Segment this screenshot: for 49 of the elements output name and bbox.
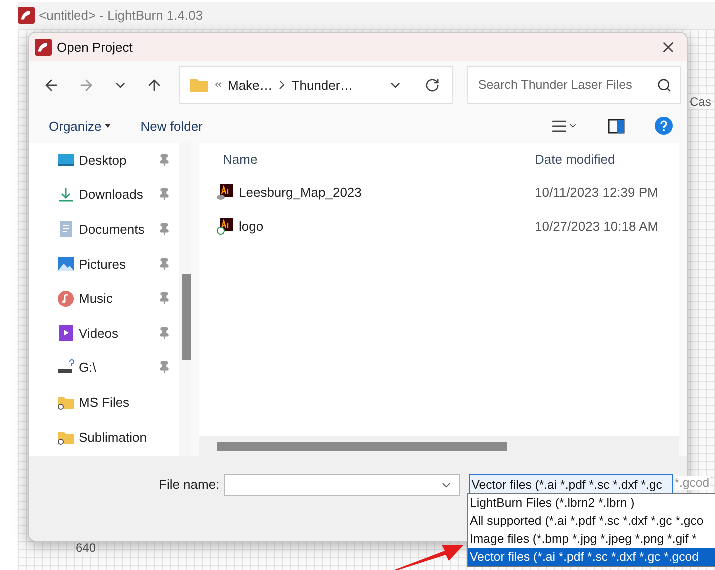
preview-pane-button[interactable]	[606, 116, 627, 136]
sidebar-item[interactable]: G:\	[57, 350, 179, 386]
help-button[interactable]	[653, 115, 675, 137]
folder-icon	[190, 78, 208, 92]
document-icon	[57, 220, 75, 238]
music-icon	[57, 290, 75, 308]
pane-icon	[608, 118, 625, 134]
breadcrumb[interactable]: Make…	[228, 78, 273, 92]
illustrator-file-icon	[217, 184, 233, 201]
search-icon	[657, 78, 672, 92]
sidebar-item[interactable]: Videos	[57, 316, 179, 351]
file-type-option[interactable]: Vector files (*.ai *.pdf *.sc *.dxf *.gc *.gcod	[468, 548, 715, 566]
horizontal-scrollbar[interactable]	[199, 436, 679, 456]
help-icon	[655, 117, 673, 135]
sidebar-item[interactable]: MS Files	[57, 385, 179, 420]
file-name[interactable]: Leesburg_Map_2023	[199, 184, 531, 201]
file-name-label: File name:	[159, 476, 220, 494]
ruler-label: 640	[76, 541, 96, 555]
file-name[interactable]: logo	[199, 218, 531, 236]
file-type-overflow: *.gcod	[674, 476, 710, 490]
separator-chevron-icon	[278, 80, 286, 90]
refresh-icon	[425, 78, 440, 92]
dialog-title: Open Project	[57, 40, 134, 54]
video-icon	[57, 324, 75, 342]
breadcrumb[interactable]: Thunder…	[292, 78, 354, 92]
sidebar-item[interactable]: Music	[57, 281, 179, 316]
sidebar-item[interactable]: Documents	[57, 212, 179, 247]
sidebar-item[interactable]: Downloads	[57, 178, 179, 212]
sidebar-item[interactable]: Sublimation	[57, 420, 179, 454]
new-folder-button[interactable]: New folder	[138, 116, 205, 136]
column-header[interactable]: Date modified	[531, 152, 679, 166]
canvas-label: Cas	[690, 95, 712, 109]
pointer-arrow	[395, 543, 465, 570]
file-date: 10/27/2023 10:18 AM	[534, 219, 660, 234]
sidebar-item[interactable]: Desktop	[57, 143, 179, 178]
address-bar[interactable]: Make… Thunder…	[179, 66, 454, 104]
sidebar-item[interactable]: Pictures	[57, 246, 179, 282]
window-title: <untitled> - LightBurn 1.4.03	[39, 8, 204, 23]
picture-icon	[57, 255, 75, 274]
app-logo-icon	[35, 38, 52, 56]
file-date: 10/11/2023 12:39 PM	[534, 184, 660, 200]
caret-icon	[104, 124, 111, 128]
download-icon	[57, 186, 75, 204]
file-name-field[interactable]	[224, 474, 460, 496]
illustrator-file-icon	[217, 218, 233, 236]
search-field[interactable]: Search Thunder Laser Files	[467, 66, 681, 104]
organize-menu[interactable]: Organize	[47, 116, 113, 136]
overflow-chevron-icon	[214, 81, 222, 89]
column-header[interactable]: Name	[199, 152, 531, 166]
